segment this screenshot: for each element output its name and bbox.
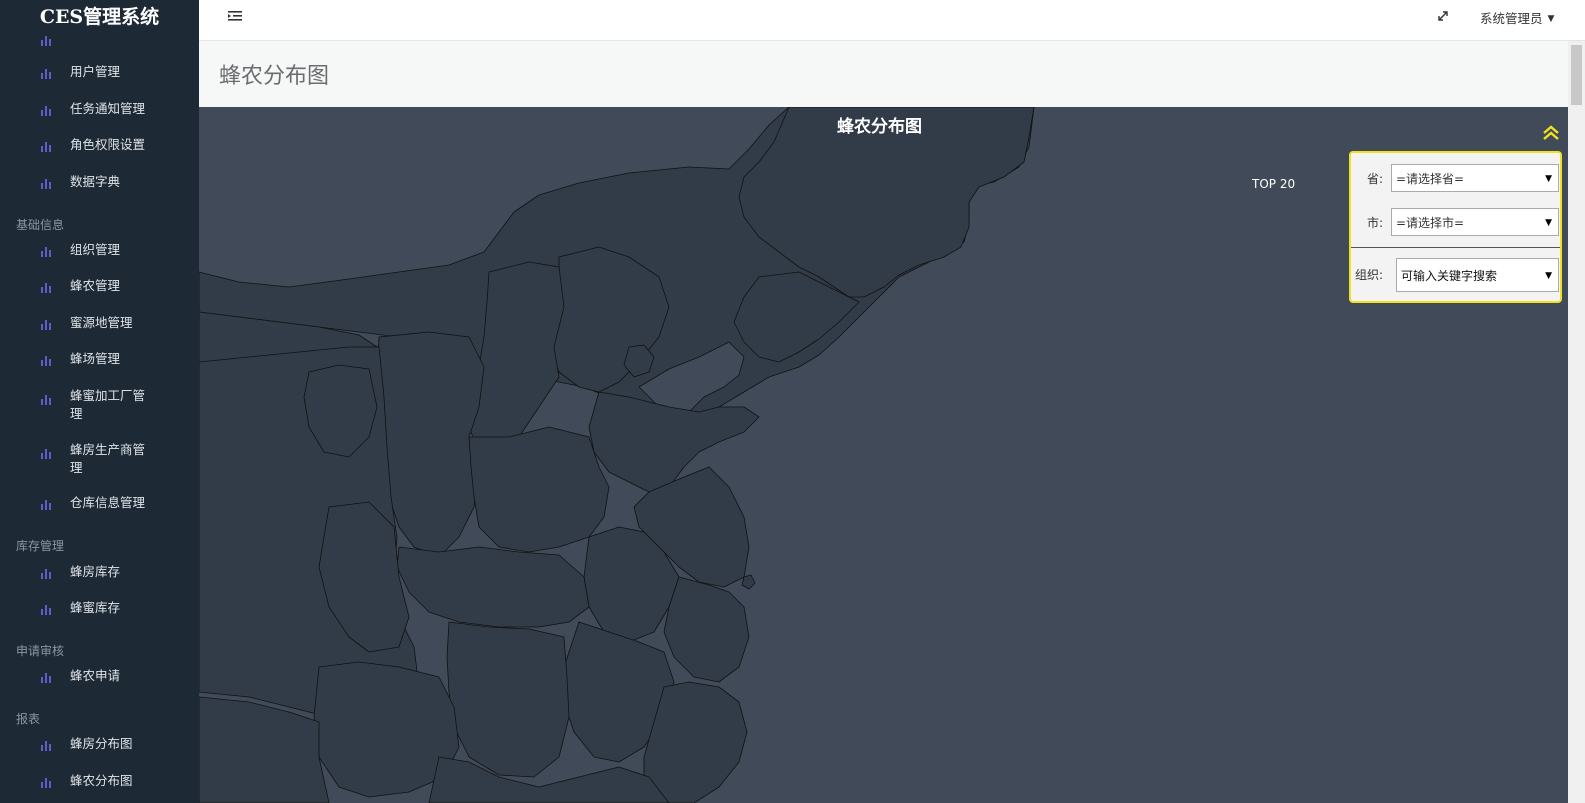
bar-chart-icon (41, 283, 51, 293)
divider (1351, 247, 1560, 248)
bar-chart-icon (41, 500, 51, 510)
caret-down-icon: ▼ (1545, 218, 1552, 228)
scrollbar-thumb[interactable] (1571, 45, 1582, 105)
bar-chart-icon (41, 320, 51, 330)
bar-chart-icon (41, 36, 51, 46)
sidebar-section-basic: 基础信息 (16, 218, 65, 232)
bar-chart-icon (41, 605, 51, 615)
sidebar-item-label: 蜂房生产商管理 (70, 442, 146, 475)
map-container[interactable]: 蜂农分布图 TOP 20 省: =请选择省= ▼ 市: =请选择市= ▼ 组织:… (199, 107, 1568, 803)
sidebar-item-label: 组织管理 (70, 242, 121, 257)
caret-down-icon: ▼ (1545, 271, 1552, 281)
page-title: 蜂农分布图 (219, 64, 330, 89)
sidebar-item-organization[interactable]: 组织管理 (0, 241, 199, 261)
org-row: 组织: 可输入关键字搜索 ▼ (1351, 258, 1560, 292)
vertical-scrollbar[interactable] (1568, 41, 1585, 803)
sidebar-item-label: 仓库信息管理 (70, 495, 146, 510)
bar-chart-icon (41, 356, 51, 366)
city-label: 市: (1367, 216, 1384, 230)
province-select[interactable]: =请选择省= ▼ (1391, 164, 1559, 192)
city-select-value: =请选择市= (1396, 216, 1465, 230)
sidebar-item-label: 数据字典 (70, 174, 121, 189)
user-dropdown[interactable]: 系统管理员 ▼ (1480, 8, 1554, 27)
bar-chart-icon (41, 395, 51, 405)
sidebar-item-hive-distribution[interactable]: 蜂房分布图 (0, 735, 199, 755)
bar-chart-icon (41, 673, 51, 683)
bar-chart-icon (41, 569, 51, 579)
province-select-value: =请选择省= (1396, 172, 1465, 186)
sidebar-item-role-permission[interactable]: 角色权限设置 (0, 136, 199, 156)
sidebar-section-report: 报表 (16, 712, 41, 726)
sidebar-item-hive-producer[interactable]: 蜂房生产商管理 (0, 441, 199, 481)
sidebar-item-beekeeper-distribution[interactable]: 蜂农分布图 (0, 772, 199, 792)
caret-down-icon: ▼ (1547, 14, 1555, 24)
sidebar-item-label: 用户管理 (70, 64, 121, 79)
city-select[interactable]: =请选择市= ▼ (1391, 208, 1559, 236)
filter-panel: 省: =请选择省= ▼ 市: =请选择市= ▼ 组织: 可输入关键字搜索 ▼ (1349, 151, 1562, 303)
sidebar-item-label: 蜂蜜加工厂管理 (70, 388, 146, 421)
sidebar-item-honey-stock[interactable]: 蜂蜜库存 (0, 599, 199, 619)
sidebar-item-label: 蜂房分布图 (70, 736, 133, 751)
sidebar-item-label: 蜂房库存 (70, 564, 121, 579)
caret-down-icon: ▼ (1545, 174, 1552, 184)
sidebar: 用户管理 任务通知管理 角色权限设置 数据字典 基础信息 组织管理 蜂农管理 蜜… (0, 0, 199, 803)
sidebar-item-data-dictionary[interactable]: 数据字典 (0, 173, 199, 193)
sidebar-item-label: 角色权限设置 (70, 137, 146, 152)
sidebar-item-nectar-source[interactable]: 蜜源地管理 (0, 314, 199, 334)
sidebar-item-user-management[interactable]: 用户管理 (0, 63, 199, 83)
bar-chart-icon (41, 179, 51, 189)
sidebar-item-label: 蜜源地管理 (70, 315, 133, 330)
sidebar-item-beekeeper[interactable]: 蜂农管理 (0, 277, 199, 297)
org-select-placeholder: 可输入关键字搜索 (1401, 269, 1498, 283)
sidebar-item-label: 蜂蜜库存 (70, 600, 121, 615)
app-brand[interactable]: CES管理系统 (0, 0, 199, 34)
sidebar-item-honey-factory[interactable]: 蜂蜜加工厂管理 (0, 387, 199, 427)
sidebar-item-apiary[interactable]: 蜂场管理 (0, 350, 199, 370)
sidebar-section-stock: 库存管理 (16, 539, 65, 553)
bar-chart-icon (41, 69, 51, 79)
sidebar-item-label: 蜂农管理 (70, 278, 121, 293)
org-label: 组织: (1355, 268, 1384, 282)
bar-chart-icon (41, 741, 51, 751)
province-row: 省: =请选择省= ▼ (1351, 164, 1560, 194)
org-select[interactable]: 可输入关键字搜索 ▼ (1396, 258, 1559, 292)
sidebar-item-label: 任务通知管理 (70, 101, 146, 116)
menu-toggle-icon[interactable] (227, 9, 243, 23)
sidebar-item-beekeeper-application[interactable]: 蜂农申请 (0, 667, 199, 687)
bar-chart-icon (41, 449, 51, 459)
sidebar-section-review: 申请审核 (16, 644, 65, 658)
bar-chart-icon (41, 142, 51, 152)
land-region (199, 107, 1035, 803)
city-row: 市: =请选择市= ▼ (1351, 208, 1560, 238)
sidebar-item-label: 蜂农申请 (70, 668, 121, 683)
bar-chart-icon (41, 778, 51, 788)
sidebar-item-task-notice[interactable]: 任务通知管理 (0, 100, 199, 120)
map-title: 蜂农分布图 (837, 117, 922, 137)
province-label: 省: (1367, 172, 1384, 186)
page-header: 蜂农分布图 (199, 41, 1585, 107)
bar-chart-icon (41, 247, 51, 257)
fullscreen-icon[interactable] (1436, 9, 1450, 23)
user-name: 系统管理员 (1480, 11, 1543, 26)
bar-chart-icon (41, 106, 51, 116)
sidebar-item-warehouse[interactable]: 仓库信息管理 (0, 494, 199, 514)
top-label: TOP 20 (1252, 177, 1296, 191)
top-navbar: 系统管理员 ▼ (199, 0, 1585, 41)
double-chevron-up-icon[interactable] (1542, 124, 1560, 142)
sidebar-item-label: 蜂场管理 (70, 351, 121, 366)
sidebar-item-hive-stock[interactable]: 蜂房库存 (0, 563, 199, 583)
sidebar-item-label: 蜂农分布图 (70, 773, 133, 788)
